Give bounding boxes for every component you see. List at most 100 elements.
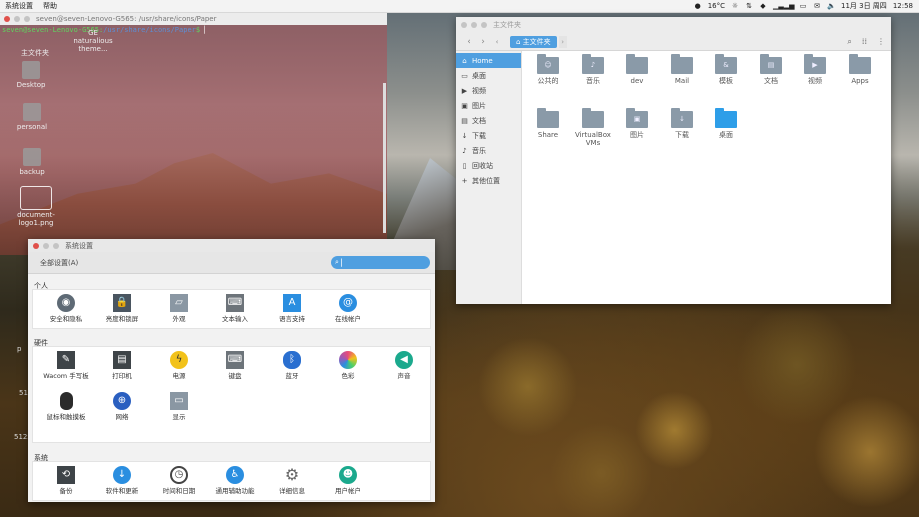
- terminal-scrollbar[interactable]: [383, 83, 386, 233]
- brightness-icon[interactable]: ☼: [731, 2, 739, 10]
- folder-item[interactable]: ▣ 图片: [615, 108, 659, 139]
- minimize-icon[interactable]: [471, 22, 477, 28]
- setting-backup[interactable]: ⟲ 备份: [41, 466, 91, 495]
- folder-item[interactable]: dev: [615, 54, 659, 85]
- dropbox-icon[interactable]: ◆: [759, 2, 767, 10]
- system-settings-window[interactable]: 系统设置 全部设置(A) ⌕ ▏ 个人 ◉ 安全和隐私 🔒 亮度和锁屏 ▱ 外观 ⌨ 文…: [28, 239, 435, 502]
- desktop-icon-personal[interactable]: personal: [9, 103, 55, 131]
- sidebar-item-desktop[interactable]: ▭ 桌面: [456, 68, 521, 83]
- volume-icon[interactable]: 🔈: [827, 2, 836, 10]
- sidebar-item-other-locations[interactable]: + 其他位置: [456, 173, 521, 188]
- setting-sound[interactable]: ◀ 声音: [379, 351, 429, 380]
- sidebar-item-downloads[interactable]: ↓ 下载: [456, 128, 521, 143]
- desktop-icon-document[interactable]: document-logo1.png: [13, 186, 59, 227]
- setting-label: Wacom 手写板: [43, 372, 89, 380]
- folder-item[interactable]: ☺ 公共的: [526, 54, 570, 85]
- folder-item[interactable]: Share: [526, 108, 570, 139]
- terminal-titlebar[interactable]: seven@seven-Lenovo-G565: /usr/share/icon…: [0, 13, 387, 25]
- setting-label: 详细信息: [279, 487, 305, 495]
- temperature-label[interactable]: 16°C: [708, 2, 725, 10]
- folder-label: 桌面: [719, 131, 733, 139]
- menu-icon[interactable]: ⋮: [877, 37, 885, 47]
- setting-text-entry[interactable]: ⌨ 文本输入: [210, 294, 260, 323]
- folder-item[interactable]: ▤ 文档: [749, 54, 793, 85]
- folder-item[interactable]: Mail: [660, 54, 704, 85]
- minimize-icon[interactable]: [14, 16, 20, 22]
- settings-titlebar[interactable]: 系统设置: [28, 239, 435, 252]
- close-icon[interactable]: [33, 242, 39, 249]
- folder-item[interactable]: VirtualBox VMs: [571, 108, 615, 147]
- maximize-icon[interactable]: [24, 16, 30, 22]
- minimize-icon[interactable]: [43, 242, 49, 249]
- folder-item[interactable]: ▶ 视频: [793, 54, 837, 85]
- menu-system-settings[interactable]: 系统设置: [0, 1, 38, 11]
- breadcrumb-home[interactable]: ⌂ 主文件夹: [510, 35, 557, 48]
- search-input[interactable]: ⌕ ▏: [331, 256, 430, 269]
- date-label[interactable]: 11月 3日 周四: [841, 1, 887, 11]
- setting-color[interactable]: 色彩: [323, 351, 373, 380]
- setting-label: 用户帐户: [335, 487, 361, 495]
- setting-wacom[interactable]: ✎ Wacom 手写板: [41, 351, 91, 380]
- setting-mouse-touchpad[interactable]: 鼠标和触摸板: [41, 392, 91, 421]
- search-icon[interactable]: ⌕: [847, 37, 851, 47]
- desktop-icon-backup[interactable]: backup: [9, 148, 55, 176]
- close-icon[interactable]: [4, 16, 10, 22]
- folder-item[interactable]: ↓ 下载: [660, 108, 704, 139]
- graph-icon[interactable]: ▁▃▂▅: [773, 2, 795, 10]
- terminal-window[interactable]: seven@seven-Lenovo-G565: /usr/share/icon…: [0, 13, 387, 255]
- close-icon[interactable]: [461, 22, 467, 28]
- clock-label[interactable]: 12:58: [893, 2, 913, 10]
- setting-universal-access[interactable]: ♿ 通用辅助功能: [210, 466, 260, 495]
- setting-network[interactable]: ⊕ 网络: [97, 392, 147, 421]
- sidebar-item-pictures[interactable]: ▣ 图片: [456, 98, 521, 113]
- mail-icon[interactable]: ✉: [813, 2, 821, 10]
- setting-details[interactable]: ⚙ 详细信息: [267, 466, 317, 496]
- folder-item[interactable]: Apps: [838, 54, 882, 85]
- setting-power[interactable]: ϟ 电源: [154, 351, 204, 380]
- back-button[interactable]: ‹: [462, 36, 476, 48]
- setting-user-accounts[interactable]: ☻ 用户帐户: [323, 466, 373, 495]
- setting-printers[interactable]: ▤ 打印机: [97, 351, 147, 380]
- terminal-prompt[interactable]: seven@seven-Lenovo-G565:/usr/share/icons…: [0, 25, 387, 35]
- folder-item[interactable]: & 模板: [704, 54, 748, 85]
- text-cursor: ▏: [204, 26, 209, 34]
- sidebar-item-videos[interactable]: ▶ 视频: [456, 83, 521, 98]
- software-update-icon: ↓: [113, 466, 131, 484]
- network-icon[interactable]: ⇅: [745, 2, 753, 10]
- setting-time-date[interactable]: ◷ 时间和日期: [154, 466, 204, 495]
- folder-label: 视频: [808, 77, 822, 85]
- setting-bluetooth[interactable]: ᛒ 蓝牙: [267, 351, 317, 380]
- view-grid-icon[interactable]: ⁞⁞: [862, 37, 867, 47]
- setting-language-support[interactable]: A 语言支持: [267, 294, 317, 323]
- setting-online-accounts[interactable]: @ 在线帐户: [323, 294, 373, 323]
- sidebar-item-documents[interactable]: ▤ 文档: [456, 113, 521, 128]
- setting-security-privacy[interactable]: ◉ 安全和隐私: [41, 294, 91, 323]
- folder-item[interactable]: 桌面: [704, 108, 748, 139]
- all-settings-button[interactable]: 全部设置(A): [40, 258, 78, 268]
- menu-help[interactable]: 帮助: [38, 1, 62, 11]
- setting-label: 语言支持: [279, 315, 305, 323]
- setting-brightness-lock[interactable]: 🔒 亮度和锁屏: [97, 294, 147, 323]
- sidebar-item-trash[interactable]: ▯ 回收站: [456, 158, 521, 173]
- next-path-button[interactable]: ›: [558, 35, 567, 48]
- tablet-icon: ✎: [57, 351, 75, 369]
- setting-appearance[interactable]: ▱ 外观: [154, 294, 204, 323]
- desktop-icon-home[interactable]: 主文件夹: [12, 29, 58, 57]
- setting-label: 通用辅助功能: [215, 487, 255, 495]
- maximize-icon[interactable]: [481, 22, 487, 28]
- setting-displays[interactable]: ▭ 显示: [154, 392, 204, 421]
- forward-button[interactable]: ›: [476, 36, 490, 48]
- sidebar-item-music[interactable]: ♪ 音乐: [456, 143, 521, 158]
- desktop-icon-desktop[interactable]: Desktop: [8, 61, 54, 89]
- folder-item[interactable]: ♪ 音乐: [571, 54, 615, 85]
- file-manager-window[interactable]: 主文件夹 ‹ › ‹ ⌂ 主文件夹 › ⌕ ⁞⁞ ⋮ ⌂ Home ▭ 桌面 ▶ 视频…: [456, 17, 891, 304]
- prev-path-button[interactable]: ‹: [490, 36, 504, 48]
- setting-software-updates[interactable]: ↓ 软件和更新: [97, 466, 147, 495]
- weather-icon[interactable]: ●: [694, 2, 702, 10]
- file-manager-titlebar[interactable]: 主文件夹: [456, 17, 891, 33]
- maximize-icon[interactable]: [53, 242, 59, 249]
- sidebar-label: 桌面: [472, 71, 486, 80]
- setting-keyboard[interactable]: ⌨ 键盘: [210, 351, 260, 380]
- screen-icon[interactable]: ▭: [799, 2, 807, 10]
- sidebar-item-home[interactable]: ⌂ Home: [456, 53, 521, 68]
